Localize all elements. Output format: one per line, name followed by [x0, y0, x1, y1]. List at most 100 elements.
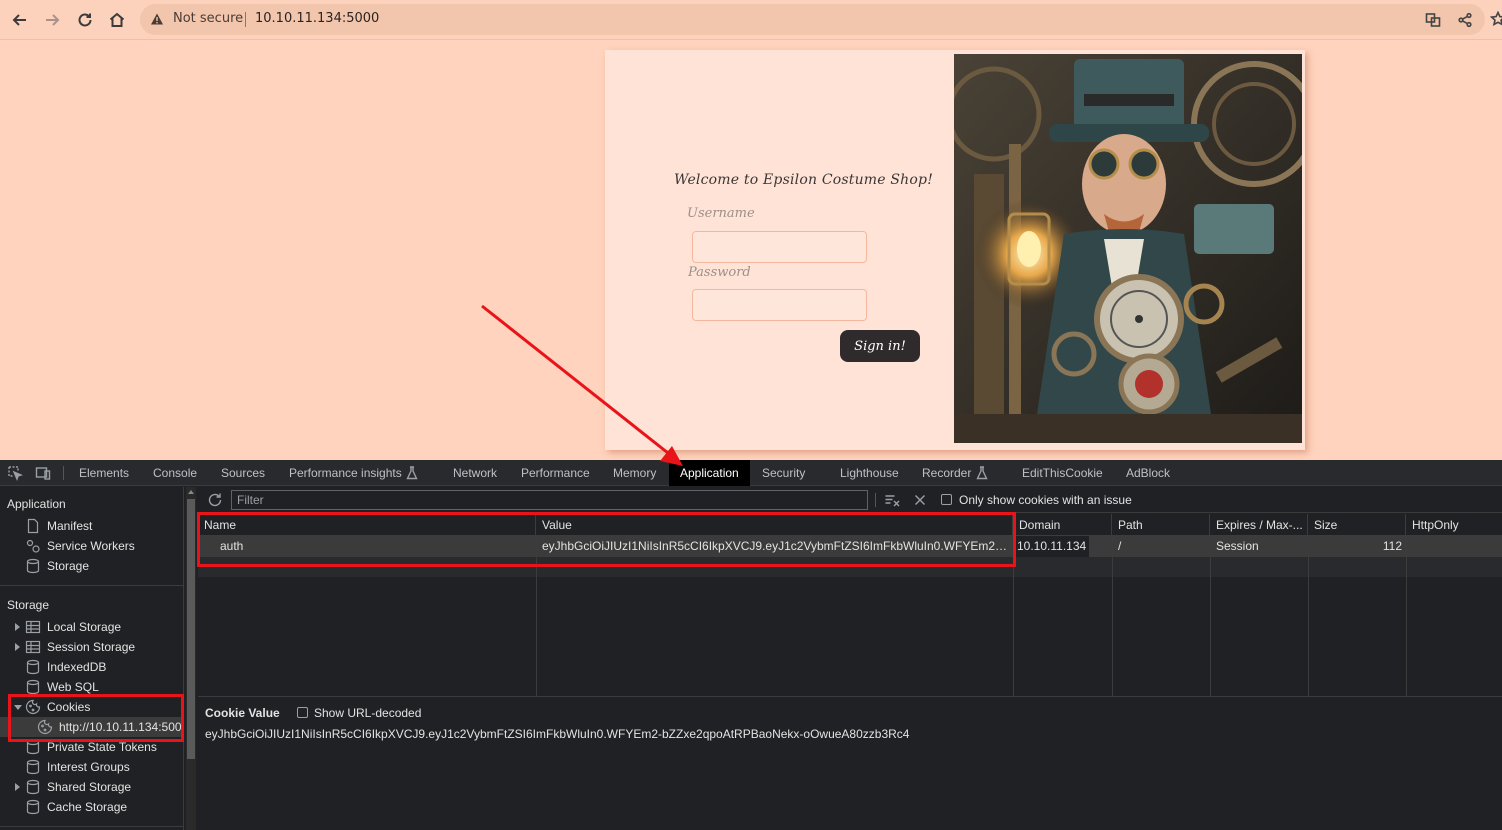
tab-elements[interactable]: Elements	[68, 460, 140, 486]
cookie-name-cell[interactable]: auth	[214, 536, 534, 557]
cookie-httponly-cell[interactable]	[1406, 536, 1502, 557]
security-status[interactable]: Not secure	[173, 11, 243, 26]
delete-selected-icon[interactable]	[912, 492, 928, 508]
sidebar-item-storage[interactable]: Storage	[0, 556, 183, 576]
recorder-flask-icon	[976, 466, 988, 482]
home-button[interactable]	[103, 6, 131, 34]
expand-arrow-icon[interactable]	[15, 623, 20, 631]
column-header-name[interactable]: Name	[198, 514, 536, 536]
tab-console[interactable]: Console	[142, 460, 208, 486]
file-icon	[25, 518, 41, 534]
tab-recorder[interactable]: Recorder	[911, 460, 982, 486]
sidebar-item-indexeddb[interactable]: IndexedDB	[0, 657, 183, 677]
sidebar-item-label: Interest Groups	[47, 760, 130, 774]
gears-icon	[25, 538, 41, 554]
username-label: Username	[687, 206, 755, 221]
sign-in-button[interactable]: Sign in!	[840, 330, 920, 362]
sidebar-header-application: Application	[7, 497, 66, 511]
tab-performance-insights[interactable]: Performance insights	[278, 460, 413, 486]
sidebar-item-private-state-tokens[interactable]: Private State Tokens	[0, 737, 183, 757]
tab-performance[interactable]: Performance	[510, 460, 601, 486]
url-text[interactable]: 10.10.11.134:5000	[255, 11, 379, 26]
sidebar-item-shared-storage[interactable]: Shared Storage	[0, 777, 183, 797]
cookie-value-title: Cookie Value	[205, 706, 280, 720]
column-header-path[interactable]: Path	[1112, 514, 1210, 536]
toolbar-separator	[875, 493, 876, 507]
collapse-arrow-icon[interactable]	[14, 705, 22, 710]
devtools-tab-bar: Elements Console Sources Performance ins…	[0, 460, 1502, 486]
cookie-path-cell[interactable]: /	[1112, 536, 1210, 557]
column-divider	[1112, 536, 1113, 696]
device-toolbar-icon[interactable]	[35, 465, 51, 481]
column-divider	[1308, 536, 1309, 696]
arrow-right-icon	[46, 14, 60, 26]
column-header-value[interactable]: Value	[536, 514, 1013, 536]
sidebar-divider	[0, 585, 183, 586]
scrollbar-thumb[interactable]	[187, 499, 195, 759]
issue-only-checkbox[interactable]	[941, 494, 952, 505]
cookie-expires-cell[interactable]: Session	[1210, 536, 1308, 557]
translate-icon[interactable]	[1425, 12, 1441, 28]
share-icon[interactable]	[1457, 12, 1473, 28]
sidebar-item-local-storage[interactable]: Local Storage	[0, 617, 183, 637]
sidebar-item-cookies[interactable]: Cookies	[0, 697, 183, 717]
database-icon	[25, 779, 41, 795]
filter-input[interactable]	[231, 490, 868, 510]
tab-adblock[interactable]: AdBlock	[1115, 460, 1181, 486]
application-sidebar: Application Manifest Service Workers Sto…	[0, 487, 184, 830]
tab-network[interactable]: Network	[442, 460, 508, 486]
cookie-value-cell[interactable]: eyJhbGciOiJIUzI1NiIsInR5cCI6IkpXVCJ9.eyJ…	[536, 536, 1013, 557]
expand-arrow-icon[interactable]	[15, 783, 20, 791]
database-icon	[25, 659, 41, 675]
tab-memory[interactable]: Memory	[602, 460, 667, 486]
cookie-value-text[interactable]: eyJhbGciOiJIUzI1NiIsInR5cCI6IkpXVCJ9.eyJ…	[205, 727, 909, 741]
forward-button[interactable]	[38, 6, 66, 34]
refresh-icon[interactable]	[207, 492, 223, 508]
address-bar[interactable]: Not secure 10.10.11.134:5000	[140, 4, 1485, 35]
reload-icon	[78, 13, 92, 27]
sidebar-item-web-sql[interactable]: Web SQL	[0, 677, 183, 697]
sidebar-item-label: IndexedDB	[47, 660, 107, 674]
warning-icon	[151, 13, 163, 25]
column-header-httponly[interactable]: HttpOnly	[1406, 514, 1502, 536]
sidebar-item-session-storage[interactable]: Session Storage	[0, 637, 183, 657]
table-row-empty	[198, 557, 1502, 577]
url-decoded-checkbox[interactable]	[297, 707, 308, 718]
password-input[interactable]	[692, 289, 867, 321]
tab-sources[interactable]: Sources	[210, 460, 276, 486]
issue-only-label: Only show cookies with an issue	[959, 493, 1132, 507]
column-header-size[interactable]: Size	[1308, 514, 1406, 536]
back-button[interactable]	[6, 6, 34, 34]
username-input[interactable]	[692, 231, 867, 263]
inspect-element-icon[interactable]	[7, 465, 23, 481]
web-page: Welcome to Epsilon Costume Shop! Usernam…	[0, 41, 1502, 460]
column-header-domain[interactable]: Domain	[1013, 514, 1112, 536]
sidebar-header-storage: Storage	[7, 598, 50, 612]
table-row[interactable]: auth eyJhbGciOiJIUzI1NiIsInR5cCI6IkpXVCJ…	[198, 536, 1502, 557]
clear-filtered-icon[interactable]	[884, 492, 900, 508]
tab-lighthouse[interactable]: Lighthouse	[829, 460, 910, 486]
reload-button[interactable]	[71, 6, 99, 34]
column-header-expires[interactable]: Expires / Max-...	[1210, 514, 1308, 536]
tab-security[interactable]: Security	[751, 460, 816, 486]
sidebar-item-manifest[interactable]: Manifest	[0, 516, 183, 536]
sidebar-item-cookie-origin[interactable]: http://10.10.11.134:500	[0, 717, 183, 737]
bookmark-star-icon[interactable]	[1489, 10, 1502, 27]
sidebar-divider	[0, 826, 183, 827]
arrow-left-icon	[12, 14, 26, 26]
sidebar-item-service-workers[interactable]: Service Workers	[0, 536, 183, 556]
sidebar-item-interest-groups[interactable]: Interest Groups	[0, 757, 183, 777]
scroll-up-arrow-icon[interactable]	[188, 490, 194, 494]
table-icon	[25, 619, 41, 635]
tab-application[interactable]: Application	[669, 460, 750, 486]
omnibox-divider	[245, 12, 246, 27]
sidebar-item-cache-storage[interactable]: Cache Storage	[0, 797, 183, 817]
cookie-size-cell[interactable]: 112	[1308, 536, 1402, 557]
sidebar-scrollbar[interactable]	[186, 487, 196, 830]
expand-arrow-icon[interactable]	[15, 643, 20, 651]
sidebar-item-label: Cookies	[47, 700, 91, 714]
login-card: Welcome to Epsilon Costume Shop! Usernam…	[605, 50, 1305, 450]
sidebar-item-label: Web SQL	[47, 680, 99, 694]
cookie-domain-cell[interactable]: 10.10.11.134	[1013, 536, 1089, 557]
tab-editthiscookie[interactable]: EditThisCookie	[1011, 460, 1114, 486]
